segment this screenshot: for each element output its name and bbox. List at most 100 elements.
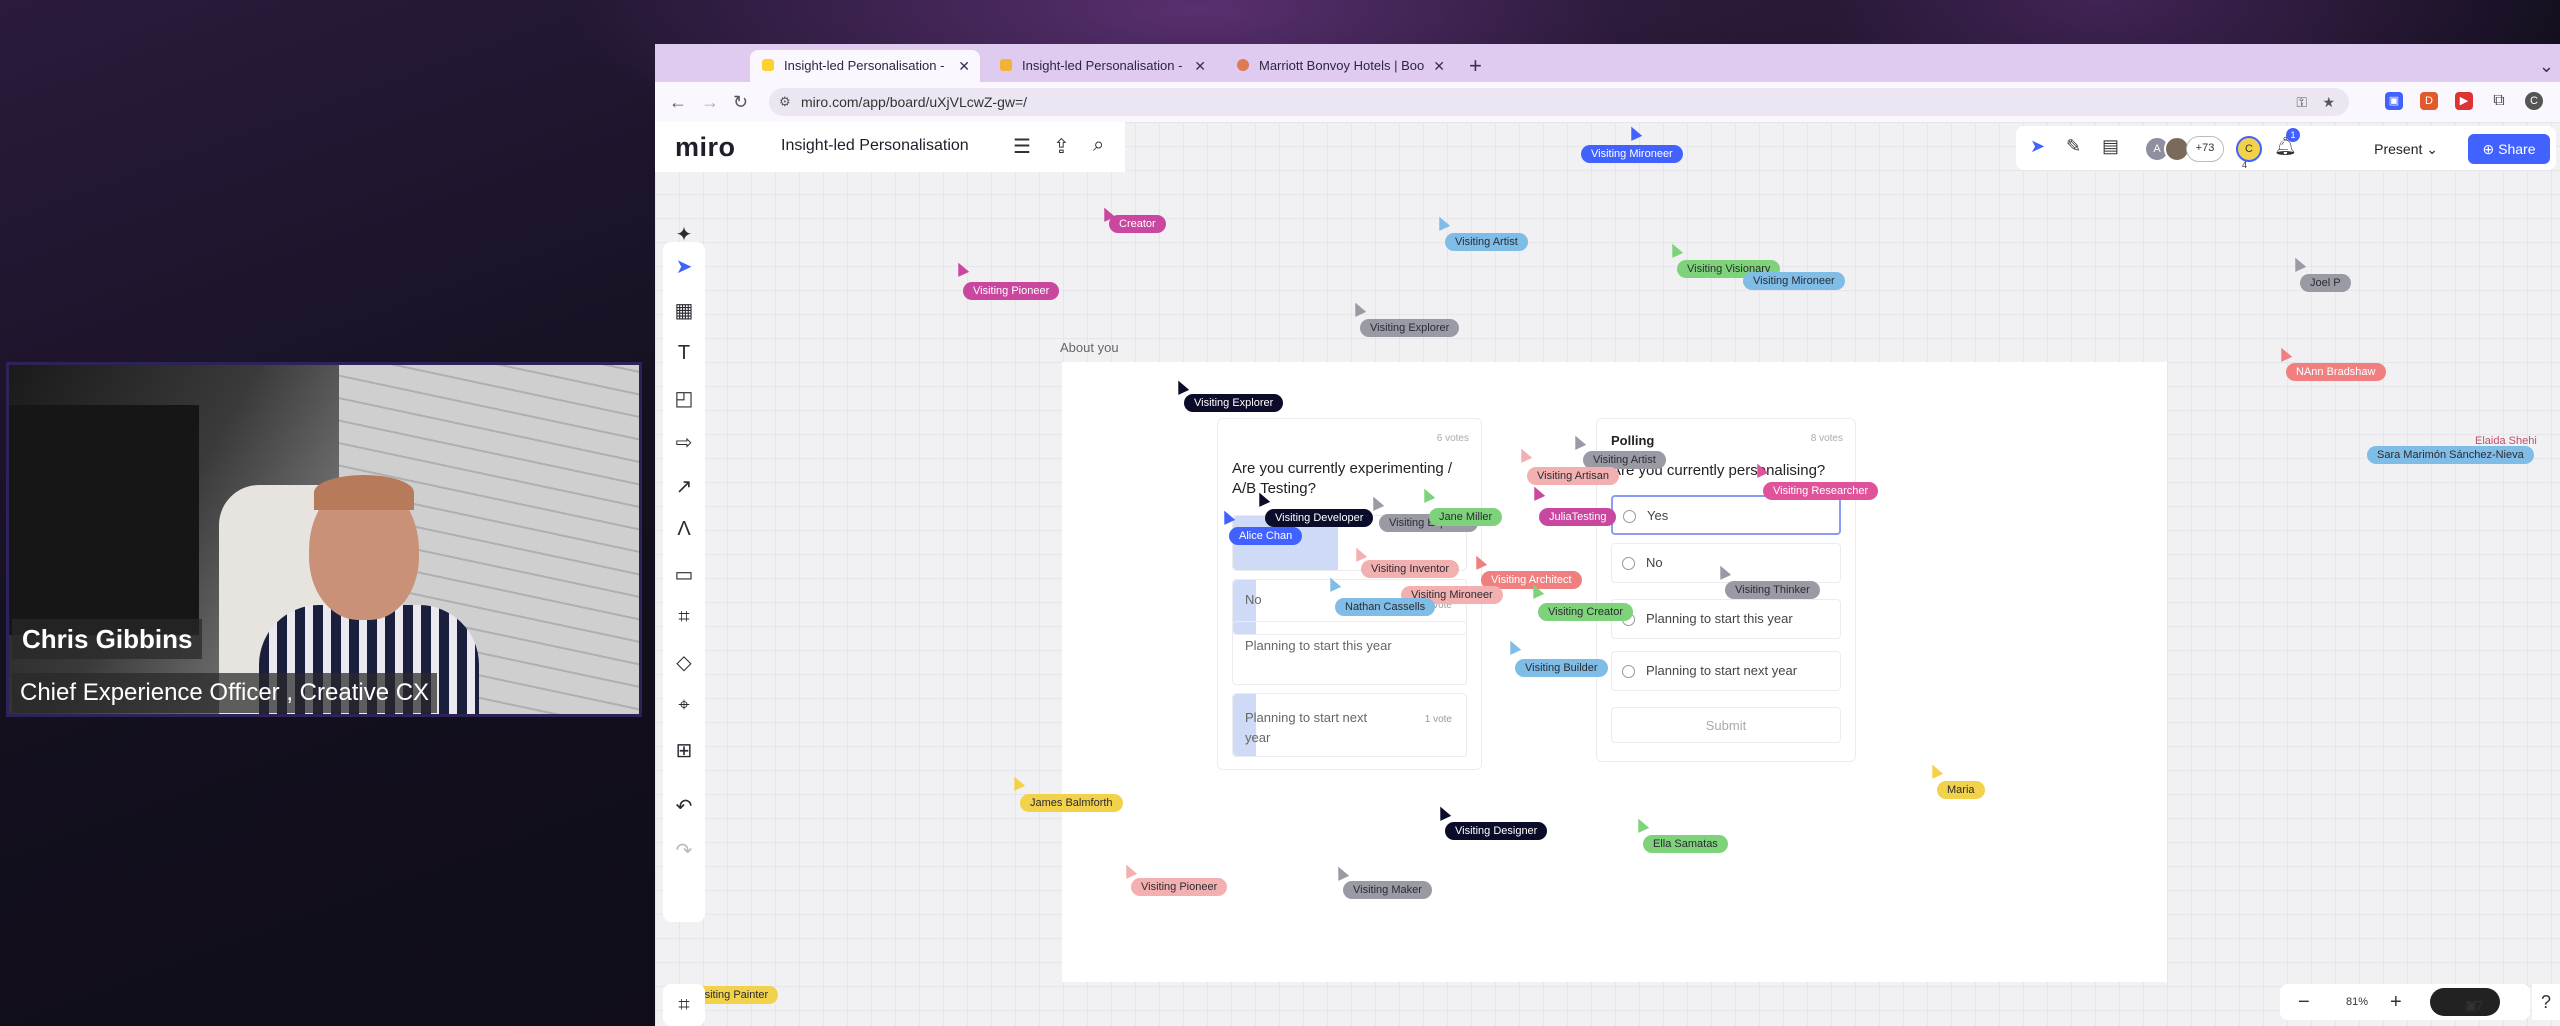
zoom-level[interactable]: 81% xyxy=(2346,984,2368,1020)
close-tab-icon[interactable]: ✕ xyxy=(1194,50,1206,82)
tab-marriott[interactable]: Marriott Bonvoy Hotels | Boo ✕ xyxy=(1225,50,1455,82)
url-field[interactable]: ⚙ miro.com/app/board/uXjVLcwZ-gw=/ ⚿ ★ xyxy=(769,88,2349,116)
cursor-arrow-icon xyxy=(1008,774,1026,791)
redo-icon[interactable]: ↷ xyxy=(663,838,705,863)
password-key-icon[interactable]: ⚿ xyxy=(2296,88,2307,116)
reload-icon[interactable]: ↻ xyxy=(733,90,748,114)
viewers-badge: 4 xyxy=(2242,160,2248,170)
comments-icon[interactable]: ▤ xyxy=(2102,136,2119,157)
bookmark-star-icon[interactable]: ★ xyxy=(2322,88,2335,116)
miro-header: miro Insight-led Personalisation ☰ ⇪ ⌕ xyxy=(655,122,1125,172)
more-apps-icon[interactable]: ⊞ xyxy=(663,738,705,763)
poll-choice-yes[interactable]: Yes xyxy=(1611,495,1841,535)
notification-badge: 1 xyxy=(2286,128,2300,142)
collaborator-cursor: Nathan Cassells xyxy=(1335,598,1436,616)
option-votes: 1 vote xyxy=(1424,714,1452,725)
search-icon[interactable]: ⌕ xyxy=(1093,134,1104,157)
shapes-icon[interactable]: ◇ xyxy=(663,650,705,675)
choice-label: Planning to start next year xyxy=(1646,663,1798,678)
radio-icon xyxy=(1622,665,1635,678)
speaker-title: Chief Experience Officer , Creative CX xyxy=(12,673,438,713)
miro-board-canvas[interactable]: About you 6 votes Are you currently expe… xyxy=(655,122,2560,1026)
menu-icon[interactable]: ☰ xyxy=(1013,134,1031,159)
cursor-arrow-icon xyxy=(1666,241,1684,258)
collaborator-cursor: Visiting Creator xyxy=(1538,603,1633,621)
profile-avatar[interactable]: C xyxy=(2525,92,2543,110)
reactions-icon[interactable]: ✎ xyxy=(2066,136,2081,157)
marriott-favicon-icon xyxy=(1237,59,1249,71)
site-info-icon[interactable]: ⚙ xyxy=(779,88,791,116)
user-avatar[interactable]: C xyxy=(2236,136,2262,162)
select-tool-icon[interactable]: ➤ xyxy=(663,254,705,279)
frame-label: About you xyxy=(1060,340,1119,355)
comment-icon[interactable]: ▭ xyxy=(663,562,705,587)
collaborator-cursor: Visiting Researcher xyxy=(1763,482,1879,500)
shapes-arrow-icon[interactable]: ⇨ xyxy=(663,430,705,455)
collaborator-cursor: Visiting Artist xyxy=(1445,233,1528,251)
collaborator-cursor: Ella Samatas xyxy=(1643,835,1728,853)
collaborator-cursor: Sara Marimón Sánchez-Nieva xyxy=(2367,446,2534,464)
url-text: miro.com/app/board/uXjVLcwZ-gw=/ xyxy=(801,94,1028,110)
chevron-down-icon: ⌄ xyxy=(2426,141,2438,157)
extension-icon[interactable]: D xyxy=(2420,92,2438,110)
back-icon[interactable]: ← xyxy=(669,90,687,114)
pen-icon[interactable]: Ʌ xyxy=(663,518,705,541)
page-indicator: 1/7 xyxy=(2465,998,2484,1013)
collaborator-cursor: Joel P xyxy=(2300,274,2351,292)
collaborator-cursor: NAnn Bradshaw xyxy=(2286,363,2386,381)
frame-icon[interactable]: ⌗ xyxy=(663,606,705,629)
collaborator-cursor: Visiting Designer xyxy=(1445,822,1548,840)
share-button[interactable]: ⊕ Share xyxy=(2468,134,2550,164)
present-button[interactable]: Present ⌄ xyxy=(2374,136,2438,162)
new-tab-icon[interactable]: + xyxy=(1469,50,1482,82)
video-tile xyxy=(6,362,642,717)
collaborator-cursor: Visiting Thinker xyxy=(1725,581,1820,599)
extension-icon[interactable]: ▶ xyxy=(2455,92,2473,110)
close-tab-icon[interactable]: ✕ xyxy=(1433,50,1445,82)
cursor-mode-icon[interactable]: ➤ xyxy=(2030,136,2045,157)
close-tab-icon[interactable]: ✕ xyxy=(958,50,970,82)
dark-picture xyxy=(9,405,199,635)
text-tool-icon[interactable]: T xyxy=(663,342,705,365)
tab-search-icon[interactable]: ⌄ xyxy=(2539,50,2554,82)
collaborator-cursor: Visiting Explorer xyxy=(1360,319,1460,337)
tab-insight-2[interactable]: Insight-led Personalisation - ✕ xyxy=(988,50,1216,82)
poll-votes-count: 8 votes xyxy=(1810,433,1843,444)
export-icon[interactable]: ⇪ xyxy=(1053,134,1070,159)
extension-icon[interactable]: ▣ xyxy=(2385,92,2403,110)
collaborator-cursor: JuliaTesting xyxy=(1539,508,1617,526)
zoom-in-icon[interactable]: + xyxy=(2390,984,2402,1020)
ai-frame-icon[interactable]: ⌖ xyxy=(663,694,705,717)
connection-line-icon[interactable]: ↗ xyxy=(663,474,705,499)
poll-choice-next-year[interactable]: Planning to start next year xyxy=(1611,651,1841,691)
forward-icon[interactable]: → xyxy=(701,90,719,114)
frames-panel-icon[interactable]: ⌗ xyxy=(663,984,705,1026)
zoom-controls: − 81% + ▣ 1/7 xyxy=(2280,984,2530,1020)
miro-favicon-icon xyxy=(762,59,774,71)
poll-choice-this-year[interactable]: Planning to start this year xyxy=(1611,599,1841,639)
collaborator-cursor: Maria xyxy=(1937,781,1985,799)
extensions-puzzle-icon[interactable]: ⧉ xyxy=(2490,92,2508,110)
option-label: Planning to start this year xyxy=(1245,638,1392,653)
creation-toolbar: ✦ ➤ ▦ T ◰ ⇨ ↗ Ʌ ▭ ⌗ ◇ ⌖ ⊞ ↶ ↷ xyxy=(663,224,705,922)
share-icon: ⊕ xyxy=(2482,141,2495,157)
zoom-out-icon[interactable]: − xyxy=(2298,984,2310,1020)
collaborator-cursor: Visiting Inventor xyxy=(1361,560,1460,578)
cursor-arrow-icon xyxy=(1349,300,1367,317)
undo-icon[interactable]: ↶ xyxy=(663,794,705,819)
board-title[interactable]: Insight-led Personalisation xyxy=(781,137,969,155)
miro-logo[interactable]: miro xyxy=(675,132,736,163)
sticky-note-icon[interactable]: ◰ xyxy=(663,386,705,411)
templates-icon[interactable]: ▦ xyxy=(663,298,705,323)
participants-count[interactable]: +73 xyxy=(2186,136,2224,162)
collaborator-cursor: Visiting Pioneer xyxy=(1131,878,1228,896)
ai-sparkle-icon[interactable]: ✦ xyxy=(663,222,705,247)
board-pages-button[interactable]: ▣ 1/7 xyxy=(2430,988,2500,1016)
tab-insight-1[interactable]: Insight-led Personalisation - ✕ xyxy=(750,50,980,82)
help-icon[interactable]: ? xyxy=(2532,984,2560,1020)
submit-button[interactable]: Submit xyxy=(1611,707,1841,743)
collaborator-cursor: Jane Miller xyxy=(1429,508,1503,526)
radio-icon xyxy=(1622,557,1635,570)
present-label: Present xyxy=(2374,141,2423,157)
collaborator-cursor: Visiting Mironeer xyxy=(1743,272,1845,290)
